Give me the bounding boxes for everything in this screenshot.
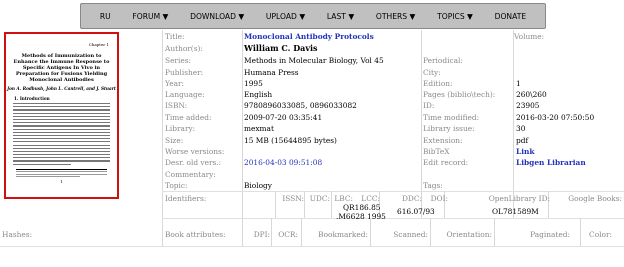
menu-item-others[interactable]: OTHERS ▼ (376, 12, 415, 21)
lcc-value-1: QR186.85 (343, 203, 381, 212)
library-issue-label: Library issue: (423, 124, 475, 133)
author-value[interactable]: William C. Davis (244, 43, 318, 53)
city-label: City: (423, 68, 441, 77)
cover-chapter: Chapter 1 (88, 42, 109, 47)
cover-section: 1. Introduction (14, 96, 50, 101)
bibtex-link[interactable]: Link (516, 147, 535, 156)
topic-label: Topic: (165, 181, 188, 190)
tags-label: Tags: (423, 181, 443, 190)
color-label: Color: (589, 230, 612, 239)
openlibrary-value[interactable]: OL781589M (492, 207, 539, 216)
menu-item-donate[interactable]: DONATE (495, 12, 527, 21)
book-attributes-label: Book attributes: (165, 230, 226, 239)
id-value: 23905 (516, 101, 540, 110)
menu-item-ru[interactable]: RU (100, 12, 111, 21)
book-cover-image[interactable]: Chapter 1 Methods of Immunization to Enh… (4, 32, 119, 199)
menu-item-topics[interactable]: TOPICS ▼ (437, 12, 473, 21)
library-value: mexmat (244, 124, 274, 133)
library-issue-value: 30 (516, 124, 526, 133)
menu-item-download[interactable]: DOWNLOAD ▼ (190, 12, 244, 21)
bibtex-label: BibTeX (423, 147, 450, 156)
title-link[interactable]: Monoclonal Antibody Protocols (244, 32, 374, 41)
ocr-label: OCR: (278, 230, 298, 239)
identifiers-label: Identifiers: (165, 194, 207, 203)
lbc-label: LBC: (334, 194, 353, 203)
google-books-label: Google Books: (568, 194, 622, 203)
cover-title: Methods of Immunization to Enhance the I… (13, 53, 110, 83)
bookmarked-label: Bookmarked: (318, 230, 368, 239)
title-label: Title: (165, 32, 185, 41)
edition-value: 1 (516, 79, 521, 88)
size-label: Size: (165, 136, 184, 145)
volume-label: Volume: (514, 32, 545, 41)
commentary-label: Commentary: (165, 170, 216, 179)
publisher-value: Humana Press (244, 68, 299, 77)
extension-label: Extension: (423, 136, 463, 145)
desr-old-vers-link[interactable]: 2016-04-03 09:51:08 (244, 158, 322, 167)
time-modified-value: 2016-03-20 07:50:50 (516, 113, 595, 122)
edit-record-link[interactable]: Libgen Librarian (516, 158, 586, 167)
lcc-label: LCC: (361, 194, 380, 203)
language-value: English (244, 90, 273, 99)
publisher-label: Publisher: (165, 68, 204, 77)
lcc-value-2: .M6628 1995 (336, 212, 386, 221)
paginated-label: Paginated: (530, 230, 570, 239)
orientation-label: Orientation: (446, 230, 493, 239)
author-label: Author(s): (165, 44, 203, 53)
pages-label: Pages (biblio\tech): (423, 90, 496, 99)
extension-value: pdf (516, 136, 529, 145)
id-label: ID: (423, 101, 435, 110)
menu-item-last[interactable]: LAST ▼ (327, 12, 354, 21)
openlibrary-label: OpenLibrary ID: (488, 194, 550, 203)
year-value: 1995 (244, 79, 263, 88)
periodical-label: Periodical: (423, 56, 463, 65)
top-menu-bar: RU FORUM ▼ DOWNLOAD ▼ UPLOAD ▼ LAST ▼ OT… (80, 3, 546, 29)
series-value: Methods in Molecular Biology, Vol 45 (244, 56, 384, 65)
isbn-value: 9780896033085, 0896033082 (244, 101, 357, 110)
cover-page-number: 1 (60, 179, 63, 185)
year-label: Year: (165, 79, 185, 88)
time-added-label: Time added: (165, 113, 212, 122)
desr-old-vers-label: Desr. old vers.: (165, 158, 222, 167)
time-added-value: 2009-07-20 03:35:41 (244, 113, 323, 122)
edit-record-label: Edit record: (423, 158, 469, 167)
edition-label: Edition: (423, 79, 453, 88)
isbn-label: ISBN: (165, 101, 188, 110)
topic-value[interactable]: Biology (244, 181, 272, 190)
ddc-value: 616.07/93 (397, 207, 435, 216)
worse-versions-label: Worse versions: (165, 147, 225, 156)
size-value: 15 MB (15644895 bytes) (244, 136, 337, 145)
cover-authors: Jon A. Rodbush, John L. Cantrell, and J.… (7, 86, 116, 91)
pages-value: 260\260 (516, 90, 547, 99)
doi-label: DOI: (430, 194, 448, 203)
hashes-label: Hashes: (2, 230, 33, 239)
library-label: Library: (165, 124, 196, 133)
language-label: Language: (165, 90, 205, 99)
menu-item-upload[interactable]: UPLOAD ▼ (266, 12, 305, 21)
cover-body-text (13, 103, 110, 165)
time-modified-label: Time modified: (423, 113, 480, 122)
series-label: Series: (165, 56, 191, 65)
menu-item-forum[interactable]: FORUM ▼ (132, 12, 168, 21)
scanned-label: Scanned: (393, 230, 428, 239)
